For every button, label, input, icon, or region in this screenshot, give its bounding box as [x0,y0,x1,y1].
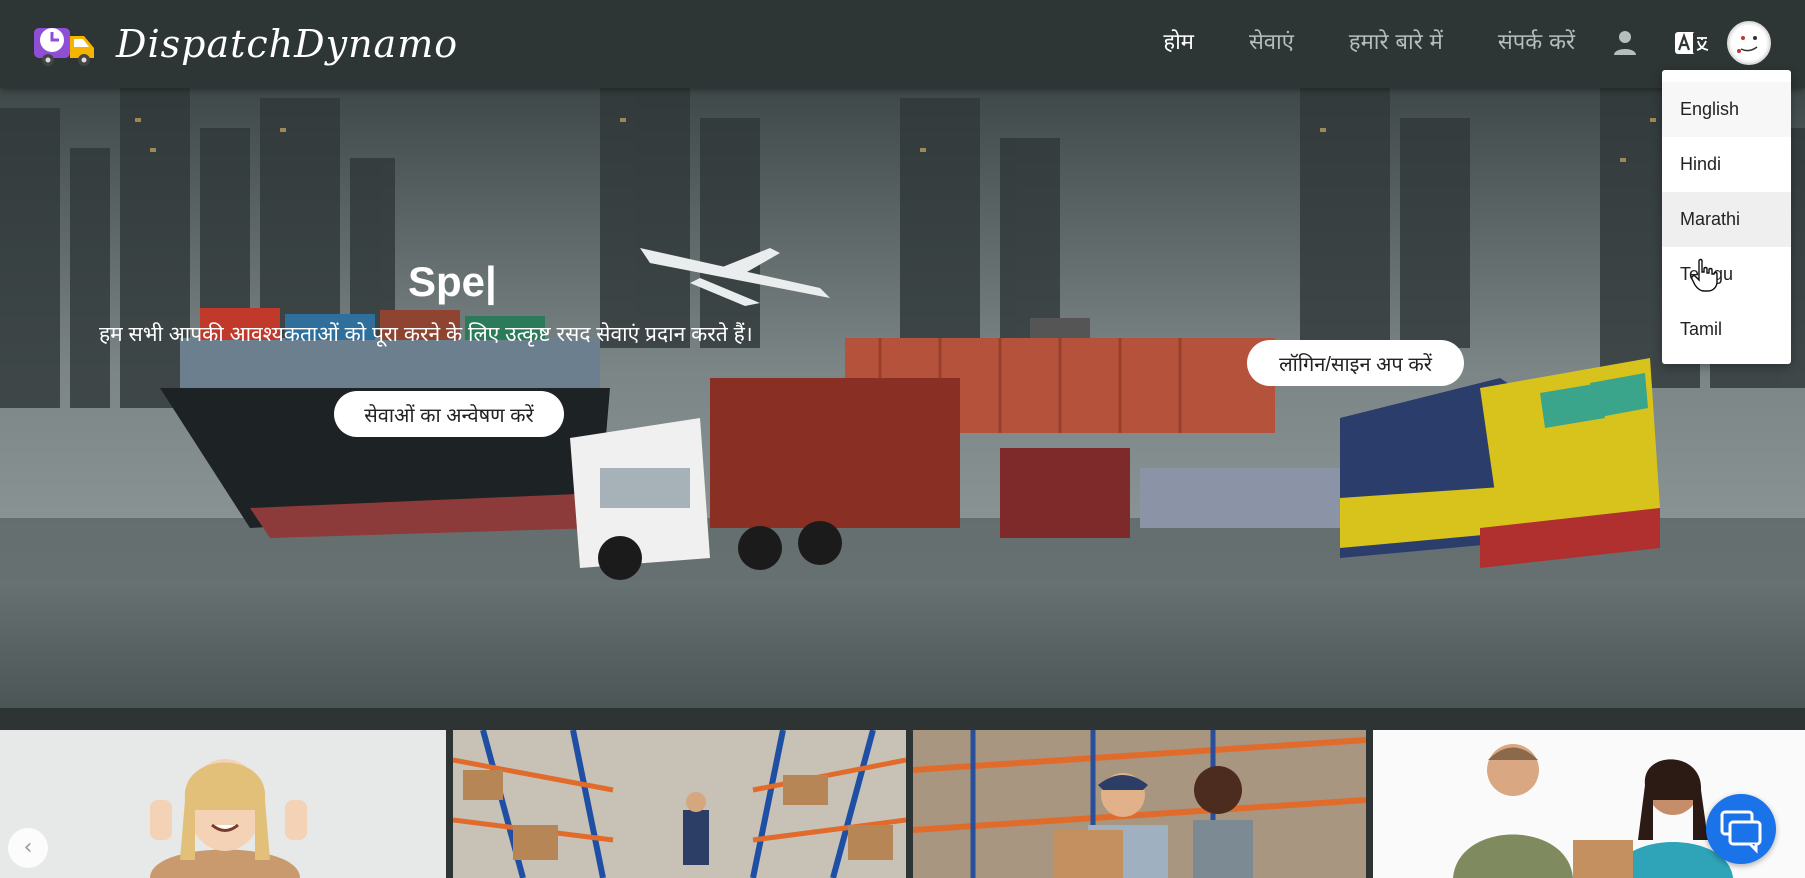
nav-home[interactable]: होम [1163,26,1194,56]
hero-title: Spe| [408,258,497,305]
lang-option-marathi[interactable]: Marathi [1662,192,1791,247]
hero-banner: Spe| हम सभी आपकी आवश्यकताओं को पूरा करने… [0,88,1805,708]
lang-option-telugu[interactable]: Telugu [1662,247,1791,302]
brand-name: DispatchDynamo [116,22,459,66]
explore-services-button[interactable]: सेवाओं का अन्वेषण करें [334,391,564,437]
user-icon[interactable] [1610,28,1640,58]
brand[interactable]: DispatchDynamo [32,18,458,70]
warehouse-shelves-image [453,730,906,878]
navbar: DispatchDynamo होम सेवाएं हमारे बारे में… [0,0,1805,88]
nav-about[interactable]: हमारे बारे में [1349,26,1443,56]
lang-option-english[interactable]: English [1662,82,1791,137]
lang-option-tamil[interactable]: Tamil [1662,302,1791,357]
hero-subtitle: हम सभी आपकी आवश्यकताओं को पूरा करने के ल… [99,323,753,346]
carousel-card[interactable] [453,730,906,878]
chat-icon [1720,810,1762,854]
carousel-card[interactable] [0,730,446,878]
carousel-card[interactable] [913,730,1366,878]
hero-background-image [0,88,1805,708]
translate-icon[interactable] [1674,28,1712,58]
service-carousel [0,708,1805,878]
lang-option-hindi[interactable]: Hindi [1662,137,1791,192]
thumbs-up-woman-image [0,730,446,878]
avatar[interactable] [1727,21,1771,65]
hand-cursor-icon [1691,258,1718,292]
nav-services[interactable]: सेवाएं [1249,26,1294,56]
carousel-prev-button[interactable]: ‹ [8,828,48,868]
nav-contact[interactable]: संपर्क करें [1498,26,1575,56]
avatar-icon [1731,25,1767,61]
chat-button[interactable] [1706,794,1776,864]
truck-clock-logo-icon [34,28,94,66]
warehouse-workers-image [913,730,1366,878]
language-menu: English Hindi Marathi Telugu Tamil [1662,70,1791,364]
main-nav: होम सेवाएं हमारे बारे में संपर्क करें [1163,26,1575,56]
login-signup-button[interactable]: लॉगिन/साइन अप करें [1247,340,1464,386]
